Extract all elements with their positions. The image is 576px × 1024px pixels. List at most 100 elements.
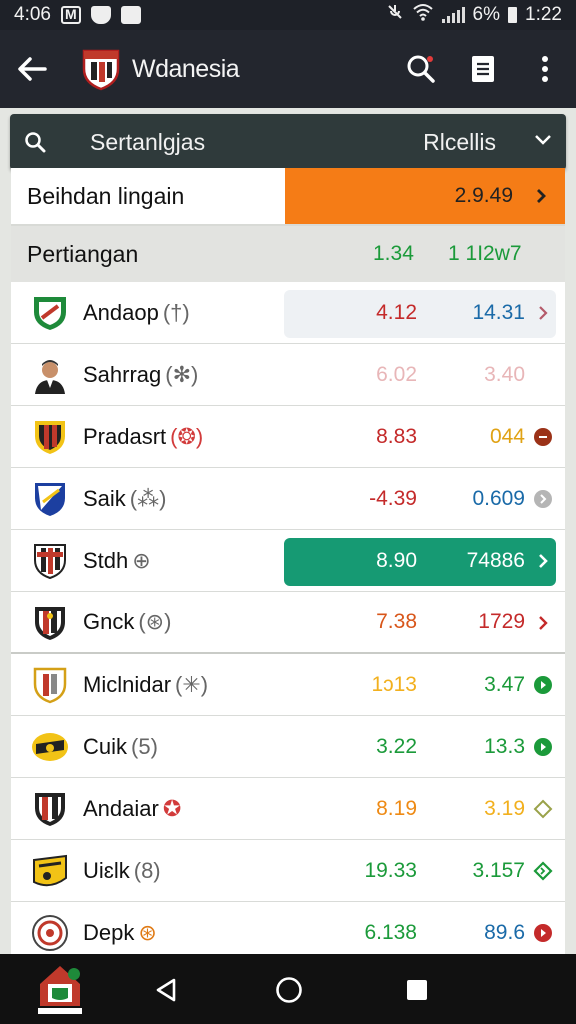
- team-crest-icon: [31, 666, 69, 704]
- shield-icon: [90, 6, 111, 24]
- match-row[interactable]: Andaop (†) 4.12 14.31: [11, 282, 565, 344]
- odds-value-1[interactable]: 1ɔ13: [371, 673, 417, 697]
- nav-home-button[interactable]: [275, 976, 303, 1004]
- match-row[interactable]: Cuik (5) 3.22 13.3: [11, 716, 565, 778]
- match-row[interactable]: Gnck (⊛) 7.38 1729: [11, 592, 565, 654]
- match-row[interactable]: Pradasrt (❂) 8.83 044: [11, 406, 565, 468]
- team-name: Depk ⊛: [83, 919, 157, 945]
- circle-home-icon: [276, 977, 302, 1003]
- filter-dropdown[interactable]: Rlcellis: [423, 129, 496, 156]
- app-shortcut-icon[interactable]: [34, 962, 86, 1016]
- list-button[interactable]: [452, 30, 514, 108]
- odds-value-2[interactable]: 3.19: [484, 797, 525, 821]
- app-actions: [390, 30, 576, 108]
- odds-value-2[interactable]: 0.609: [472, 487, 525, 511]
- list-header-col1: 1.34: [373, 242, 414, 265]
- status-left: 4:06: [14, 4, 141, 26]
- team-name: Miclnidar (✳): [83, 671, 209, 697]
- odds-value-1[interactable]: 7.38: [376, 610, 417, 634]
- odds-value-2[interactable]: 1729: [478, 610, 525, 634]
- team-crest-icon: [31, 728, 69, 766]
- odds-value-1[interactable]: 8.90: [376, 549, 417, 573]
- list-header: Pertiangan 1.34 1 1I2w7: [11, 226, 565, 282]
- chevron-right-icon[interactable]: [533, 613, 553, 633]
- gmail-icon: [60, 6, 81, 24]
- search-button[interactable]: [390, 30, 452, 108]
- odds-value-1[interactable]: 6.02: [376, 363, 417, 387]
- nav-recents-button[interactable]: [403, 976, 431, 1004]
- team-crest-icon: [31, 914, 69, 952]
- featured-match-label: Beihdan lingain: [27, 182, 185, 209]
- featured-odds-button[interactable]: 2.9.49: [285, 168, 565, 224]
- wifi-icon: [412, 3, 434, 27]
- circle-chevron-right-icon[interactable]: [533, 923, 553, 943]
- circle-chevron-right-icon[interactable]: [533, 737, 553, 757]
- chevron-right-icon[interactable]: [533, 303, 553, 323]
- mute-icon: [386, 3, 404, 27]
- match-row[interactable]: Miclnidar (✳) 1ɔ13 3.47: [11, 654, 565, 716]
- diamond-icon[interactable]: [533, 861, 553, 881]
- list-header-label: Pertiangan: [27, 240, 139, 267]
- odds-value-1[interactable]: 8.19: [376, 797, 417, 821]
- list-header-col2: 1 1I2w7: [448, 242, 522, 265]
- circle-chevron-right-icon[interactable]: [533, 675, 553, 695]
- odds-value-2[interactable]: 13.3: [484, 735, 525, 759]
- battery-icon: [508, 7, 518, 23]
- match-row-selected[interactable]: Stdh ⊕ 8.90 74886: [11, 530, 565, 592]
- team-crest-icon: [31, 480, 69, 518]
- match-row[interactable]: Saik (⁂) -4.39 0.609: [11, 468, 565, 530]
- chevron-right-icon[interactable]: [533, 551, 553, 571]
- chevron-right-icon: [537, 189, 546, 203]
- match-row[interactable]: Depk ⊛ 6.138 89.6: [11, 902, 565, 954]
- team-crest-icon: [31, 294, 69, 332]
- app-bar: Wdanesia: [0, 30, 576, 108]
- match-list: Beihdan lingain 2.9.49 Pertiangan 1.34 1…: [11, 168, 565, 954]
- match-row[interactable]: Sahrrag (✻) 6.02 3.40: [11, 344, 565, 406]
- odds-value-2[interactable]: 3.157: [472, 859, 525, 883]
- odds-value-2[interactable]: 044: [490, 425, 525, 449]
- team-name: Saik (⁂): [83, 485, 167, 511]
- team-crest-icon: [31, 542, 69, 580]
- back-button[interactable]: [0, 30, 64, 108]
- circle-chevron-right-icon[interactable]: [533, 489, 553, 509]
- nav-back-button[interactable]: [152, 976, 180, 1004]
- odds-value-2[interactable]: 14.31: [472, 301, 525, 325]
- team-crest-icon: [31, 790, 69, 828]
- search-bar[interactable]: Sertanlgjas Rlcellis: [10, 114, 566, 170]
- square-recents-icon: [407, 980, 427, 1000]
- match-row[interactable]: Uiɛlk (8) 19.33 3.157: [11, 840, 565, 902]
- team-name: Cuik (5): [83, 733, 158, 759]
- odds-value-1[interactable]: 4.12: [376, 301, 417, 325]
- search-input[interactable]: Sertanlgjas: [90, 129, 205, 156]
- chevron-down-icon[interactable]: [534, 132, 552, 151]
- signal-icon: [441, 7, 465, 23]
- status-bar: 4:06 6% 1:22: [0, 0, 576, 30]
- match-row[interactable]: Andaiar ✪ 8.19 3.19: [11, 778, 565, 840]
- odds-value-1[interactable]: 6.138: [364, 921, 417, 945]
- odds-value-2[interactable]: 74886: [467, 549, 525, 573]
- status-time-left: 4:06: [14, 4, 51, 25]
- more-options-button[interactable]: [514, 30, 576, 108]
- team-name: Andaop (†): [83, 299, 190, 325]
- search-icon: [407, 55, 435, 83]
- status-clock: 1:22: [525, 4, 562, 25]
- team-name: Stdh ⊕: [83, 547, 151, 573]
- more-vert-icon: [542, 56, 548, 82]
- odds-value-1[interactable]: -4.39: [369, 487, 417, 511]
- circle-chevron-right-icon[interactable]: [533, 427, 553, 447]
- team-name: Pradasrt (❂): [83, 423, 204, 449]
- system-nav-bar: [0, 954, 576, 1024]
- team-crest-icon: [31, 418, 69, 456]
- search-icon: [10, 131, 60, 153]
- document-icon: [472, 56, 494, 82]
- odds-value-1[interactable]: 3.22: [376, 735, 417, 759]
- odds-value-2[interactable]: 89.6: [484, 921, 525, 945]
- team-name: Gnck (⊛): [83, 609, 172, 634]
- odds-value-1[interactable]: 8.83: [376, 425, 417, 449]
- odds-value-1[interactable]: 19.33: [364, 859, 417, 883]
- odds-value-2[interactable]: 3.47: [484, 673, 525, 697]
- featured-match-row[interactable]: Beihdan lingain 2.9.49: [11, 168, 565, 226]
- diamond-icon[interactable]: [533, 799, 553, 819]
- app-title: Wdanesia: [132, 54, 240, 83]
- odds-value-2[interactable]: 3.40: [484, 363, 525, 387]
